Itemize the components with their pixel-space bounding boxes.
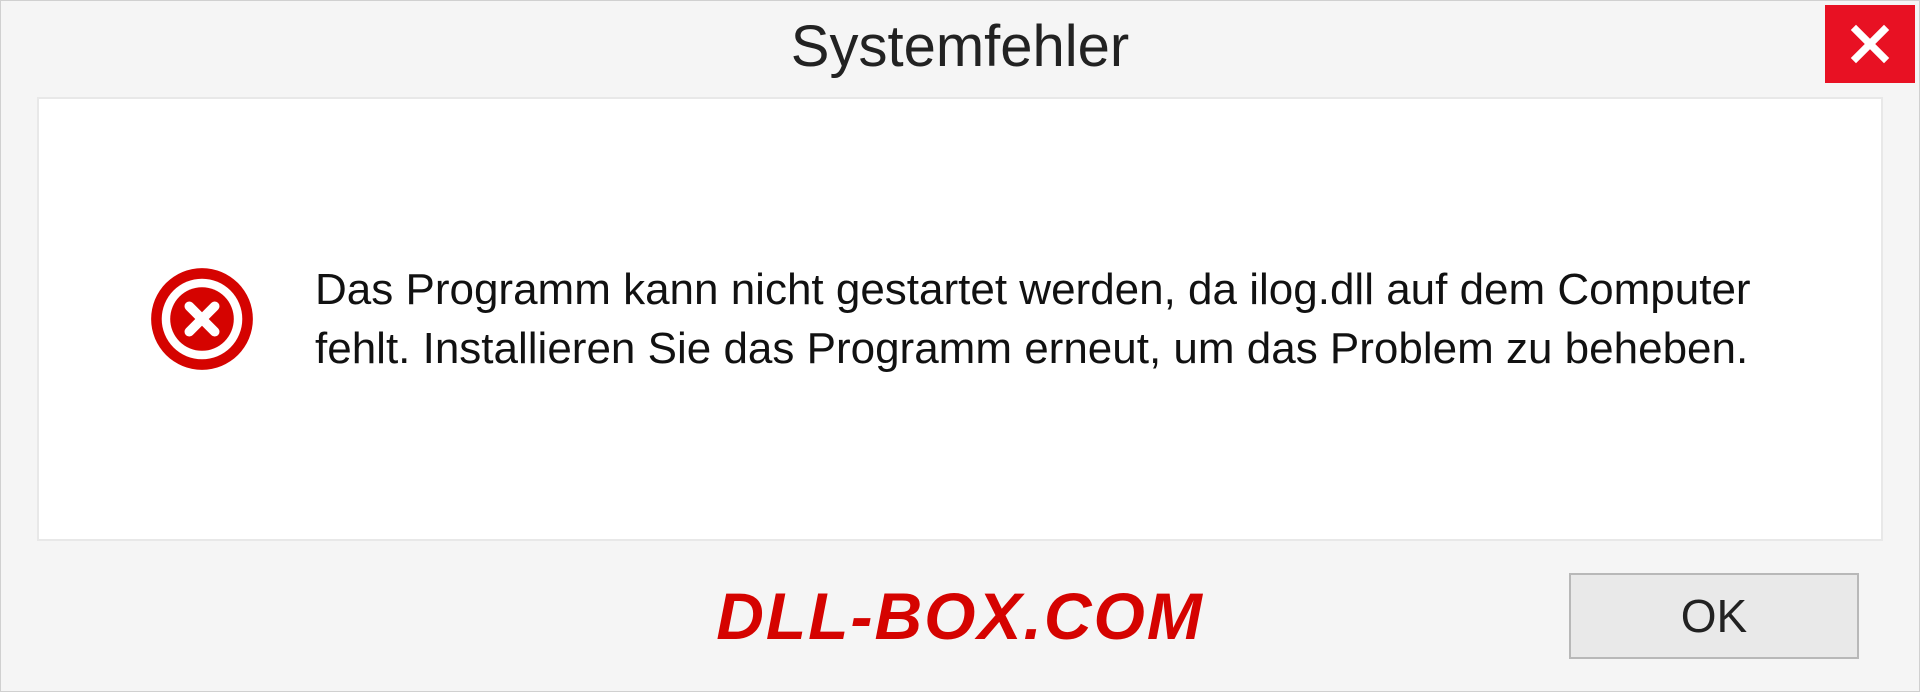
error-message: Das Programm kann nicht gestartet werden… bbox=[315, 260, 1821, 379]
close-button[interactable] bbox=[1825, 5, 1915, 83]
error-icon bbox=[149, 266, 255, 372]
content-area: Das Programm kann nicht gestartet werden… bbox=[37, 97, 1883, 541]
watermark-text: DLL-BOX.COM bbox=[716, 578, 1204, 654]
titlebar: Systemfehler bbox=[1, 1, 1919, 97]
ok-button[interactable]: OK bbox=[1569, 573, 1859, 659]
close-icon bbox=[1849, 23, 1891, 65]
error-dialog: Systemfehler Das Programm kann nicht ges… bbox=[0, 0, 1920, 692]
ok-button-label: OK bbox=[1681, 589, 1747, 643]
footer: DLL-BOX.COM OK bbox=[1, 541, 1919, 691]
dialog-title: Systemfehler bbox=[791, 13, 1129, 80]
